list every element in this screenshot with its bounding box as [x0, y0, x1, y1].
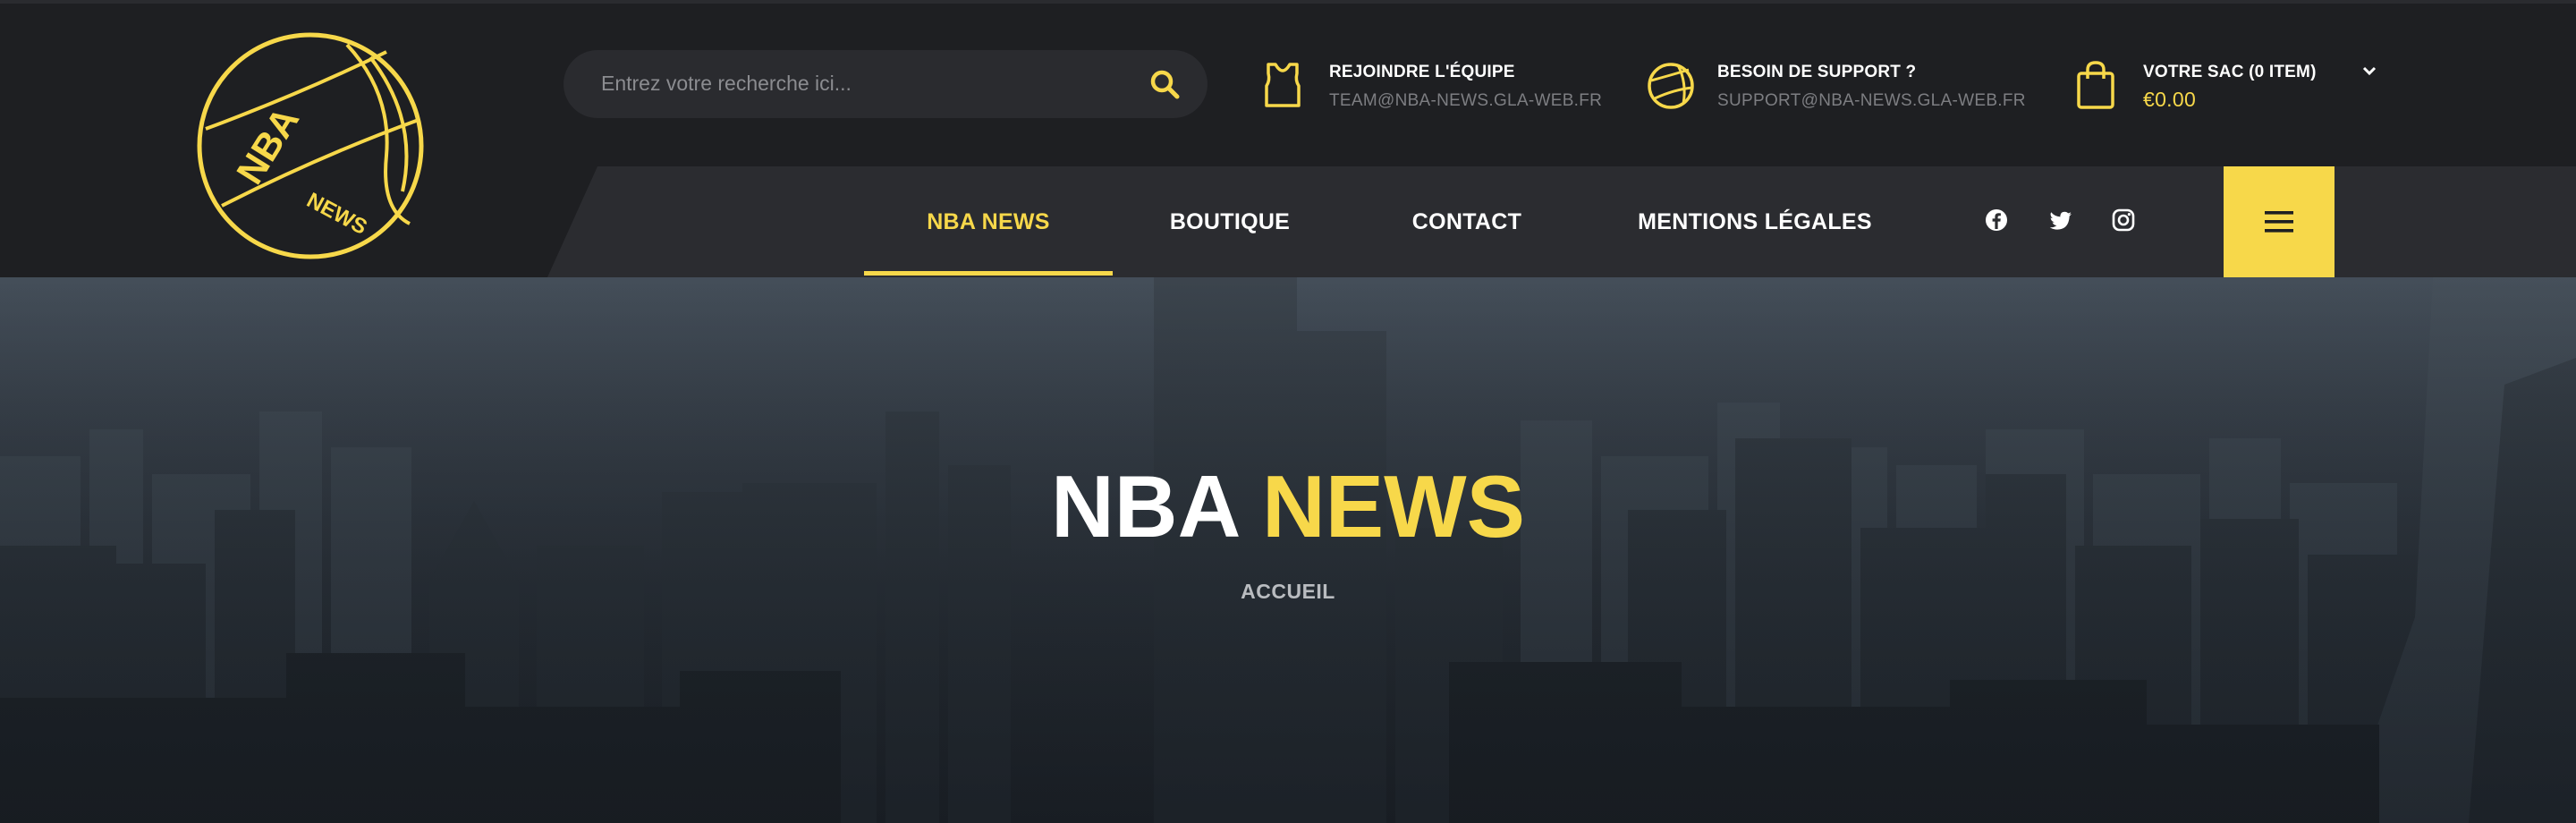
- hero-banner: NBA NEWS ACCUEIL: [0, 277, 2576, 823]
- page-title: NBA NEWS: [0, 456, 2576, 557]
- instagram-icon[interactable]: [2111, 208, 2136, 233]
- basketball-icon: [1648, 63, 1694, 109]
- nav-item-nba-news[interactable]: NBA NEWS: [864, 166, 1113, 277]
- search-placeholder: Entrez votre recherche ici...: [601, 72, 852, 95]
- join-team-email[interactable]: TEAM@NBA-NEWS.GLA-WEB.FR: [1329, 91, 1602, 111]
- page-title-part-2: NEWS: [1261, 457, 1525, 556]
- page-title-part-1: NBA: [1051, 457, 1238, 556]
- chevron-down-icon[interactable]: [2361, 63, 2377, 79]
- hamburger-menu-icon: [2265, 211, 2293, 233]
- search-icon[interactable]: [1148, 68, 1181, 100]
- join-team-title: REJOINDRE L'ÉQUIPE: [1329, 63, 1515, 81]
- cart-title: VOTRE SAC (0 ITEM): [2143, 63, 2317, 81]
- breadcrumb[interactable]: ACCUEIL: [0, 580, 2576, 604]
- cart-total: €0.00: [2143, 88, 2197, 111]
- support-email[interactable]: SUPPORT@NBA-NEWS.GLA-WEB.FR: [1717, 91, 2026, 111]
- nav-active-indicator: [864, 271, 1113, 276]
- logo[interactable]: NBA NEWS: [195, 30, 426, 261]
- nav-item-boutique[interactable]: BOUTIQUE: [1145, 166, 1315, 277]
- jersey-icon: [1265, 63, 1301, 107]
- nav-item-mentions-legales[interactable]: MENTIONS LÉGALES: [1617, 166, 1893, 277]
- nav-item-contact[interactable]: CONTACT: [1395, 166, 1538, 277]
- search-input[interactable]: Entrez votre recherche ici...: [564, 50, 1208, 118]
- support-title: BESOIN DE SUPPORT ?: [1717, 63, 1917, 81]
- twitter-icon[interactable]: [2048, 208, 2073, 233]
- shopping-bag-icon: [2077, 61, 2114, 109]
- logo-text-nba: NBA: [228, 100, 307, 191]
- logo-text-news: NEWS: [302, 188, 370, 240]
- hamburger-menu-button[interactable]: [2224, 166, 2334, 277]
- facebook-icon[interactable]: [1984, 208, 2009, 233]
- breadcrumb-home[interactable]: ACCUEIL: [1241, 580, 1335, 603]
